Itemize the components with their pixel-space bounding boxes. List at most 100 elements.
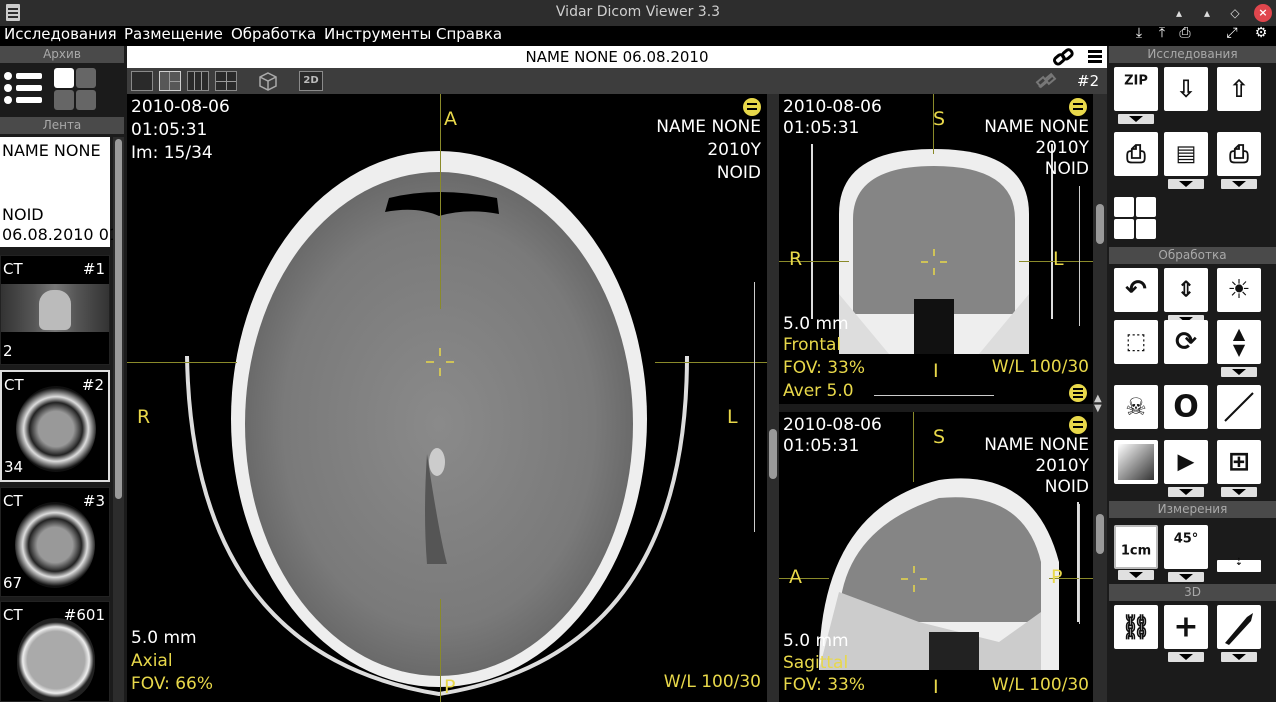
view-2d-button[interactable]: 2D <box>299 71 323 91</box>
lungs-icon <box>1114 197 1134 217</box>
feed-scrollbar[interactable] <box>113 137 124 702</box>
frontal-options-icon[interactable] <box>1069 384 1087 402</box>
zip-export-button[interactable]: ZIP <box>1114 67 1158 124</box>
archive-list-button[interactable] <box>0 66 46 112</box>
menu-processing[interactable]: Обработка <box>231 26 316 43</box>
hamburger-icon[interactable] <box>1088 49 1102 65</box>
sagittal-scrollbar-thumb[interactable] <box>1096 514 1104 554</box>
axial-scrollbar-thumb[interactable] <box>769 429 777 479</box>
import-disk-button[interactable]: ⇩ <box>1164 67 1208 111</box>
ruler-dropdown-icon[interactable] <box>1118 570 1154 580</box>
series-thumb-1[interactable]: CT #1 2 <box>0 255 110 365</box>
rotate-button[interactable]: ⟳ <box>1164 320 1208 364</box>
more-measure-button[interactable]: ⇣ <box>1217 557 1261 572</box>
maximize-icon[interactable]: ▴ <box>1198 4 1216 22</box>
orientation-top: S <box>933 108 946 130</box>
axial-patient-name: NAME NONE <box>656 117 761 137</box>
fullscreen-icon[interactable]: ⤢ <box>1221 25 1243 45</box>
feed-scrollbar-thumb[interactable] <box>115 139 122 499</box>
3d-cursor-button[interactable]: + <box>1164 605 1208 662</box>
gradient-icon <box>1118 444 1154 480</box>
axial-date: 2010-08-06 <box>131 97 230 117</box>
ruler-measure-button[interactable]: 1cm <box>1114 525 1158 580</box>
menu-bar: Исследования Размещение Обработка Инстру… <box>0 25 1276 46</box>
settings-gear-icon[interactable]: ⚙ <box>1250 25 1272 45</box>
3d-cut-button[interactable] <box>1217 605 1261 662</box>
vessel-icon <box>1114 219 1134 239</box>
line-tool-button[interactable] <box>1217 385 1261 429</box>
angle-dropdown-icon[interactable] <box>1168 572 1204 582</box>
print-icon[interactable]: ⎙ <box>1174 25 1196 45</box>
series-thumb-2[interactable]: CT #2 34 <box>0 370 110 482</box>
frontal-menu-icon[interactable] <box>1069 98 1087 116</box>
menu-studies[interactable]: Исследования <box>4 26 117 43</box>
cube-3d-icon[interactable] <box>257 71 279 91</box>
right-viewports-scrollbar[interactable]: ▲ ▼ <box>1093 94 1107 702</box>
link-icon[interactable] <box>1052 48 1074 66</box>
scroll-stack-button[interactable]: ⇕ <box>1164 268 1208 325</box>
minimize-icon[interactable]: ▴ <box>1170 4 1188 22</box>
archive-grid-button[interactable] <box>52 66 98 112</box>
burn-disk-button[interactable]: ⇧ <box>1217 67 1261 111</box>
report-dropdown-icon[interactable] <box>1168 179 1204 189</box>
axial-fov: FOV: 66% <box>131 674 214 694</box>
splitter-arrows-icon[interactable]: ▲ ▼ <box>1094 394 1102 414</box>
feed-header: Лента <box>0 117 124 134</box>
orientation-right: L <box>1053 248 1064 270</box>
restore-icon[interactable]: ◇ <box>1226 4 1244 22</box>
circle-roi-button[interactable]: O <box>1164 385 1208 429</box>
sagittal-menu-icon[interactable] <box>1069 416 1087 434</box>
3d-cut-dropdown-icon[interactable] <box>1221 652 1257 662</box>
cine-button[interactable]: ▶ <box>1164 440 1208 497</box>
skull-button[interactable]: ☠ <box>1114 385 1158 429</box>
3d-link-button[interactable]: ⛓ <box>1114 605 1158 649</box>
axial-menu-icon[interactable] <box>743 98 761 116</box>
viewport-axial[interactable]: 2010-08-06 01:05:31 Im: 15/34 NAME NONE … <box>127 94 767 702</box>
window-level-button[interactable]: ☀ <box>1217 268 1261 312</box>
menu-layout[interactable]: Размещение <box>124 26 223 43</box>
rotate-icon: ⟳ <box>1175 327 1197 357</box>
flip-button[interactable]: ▲ ▼ <box>1217 320 1261 377</box>
layout-2x2-button[interactable] <box>215 71 237 91</box>
menu-tools[interactable]: Инструменты <box>324 26 431 43</box>
viewport-frontal[interactable]: 2010-08-06 01:05:31 NAME NONE 2010Y NOID… <box>779 94 1093 404</box>
film-print-dropdown-icon[interactable] <box>1221 179 1257 189</box>
report-button[interactable]: ▤ <box>1164 132 1208 189</box>
sync-disabled-icon[interactable] <box>1035 71 1057 91</box>
layout-1plus2-button[interactable] <box>159 71 181 91</box>
zoom-region-button[interactable]: ⬚ <box>1114 320 1158 364</box>
close-icon[interactable]: × <box>1254 4 1272 22</box>
3d-cursor-dropdown-icon[interactable] <box>1168 652 1204 662</box>
zip-dropdown-icon[interactable] <box>1118 114 1154 124</box>
anatomy-presets-button[interactable] <box>1114 197 1158 241</box>
angle-measure-button[interactable]: 45° <box>1164 525 1208 582</box>
film-print-button[interactable]: ⎙ <box>1217 132 1261 189</box>
crosshair-center-icon[interactable] <box>919 247 949 277</box>
study-card[interactable]: NAME NONE NOID 06.08.2010 01 <box>0 137 119 247</box>
sagittal-time: 01:05:31 <box>783 436 860 456</box>
axial-scrollbar[interactable] <box>767 94 779 702</box>
menu-help[interactable]: Справка <box>436 26 502 43</box>
download-icon[interactable]: ⤓ <box>1128 25 1150 45</box>
add-overlay-button[interactable]: ⊞ <box>1217 440 1261 497</box>
add-overlay-dropdown-icon[interactable] <box>1221 487 1257 497</box>
viewport-sagittal[interactable]: 2010-08-06 01:05:31 NAME NONE 2010Y NOID… <box>779 412 1093 702</box>
gradient-button[interactable] <box>1114 440 1158 484</box>
series-modality: CT <box>3 492 23 510</box>
series-thumb-3[interactable]: CT #3 67 <box>0 487 110 597</box>
zoom-region-icon: ⬚ <box>1125 329 1147 355</box>
frontal-fov: FOV: 33% <box>783 358 866 378</box>
crosshair-center-icon[interactable] <box>899 564 929 594</box>
undo-button[interactable]: ↶ <box>1114 268 1158 312</box>
layout-single-button[interactable] <box>131 71 153 91</box>
cine-dropdown-icon[interactable] <box>1168 487 1204 497</box>
orientation-top: S <box>933 426 946 448</box>
upload-icon[interactable]: ⤒ <box>1151 25 1173 45</box>
flip-dropdown-icon[interactable] <box>1221 367 1257 377</box>
frontal-scrollbar-thumb[interactable] <box>1096 204 1104 244</box>
series-thumb-601[interactable]: CT #601 <box>0 601 110 702</box>
layout-3col-button[interactable] <box>187 71 209 91</box>
circle-roi-icon: O <box>1173 389 1199 425</box>
crosshair-center-icon[interactable] <box>424 346 456 378</box>
print-button[interactable]: ⎙ <box>1114 132 1158 176</box>
